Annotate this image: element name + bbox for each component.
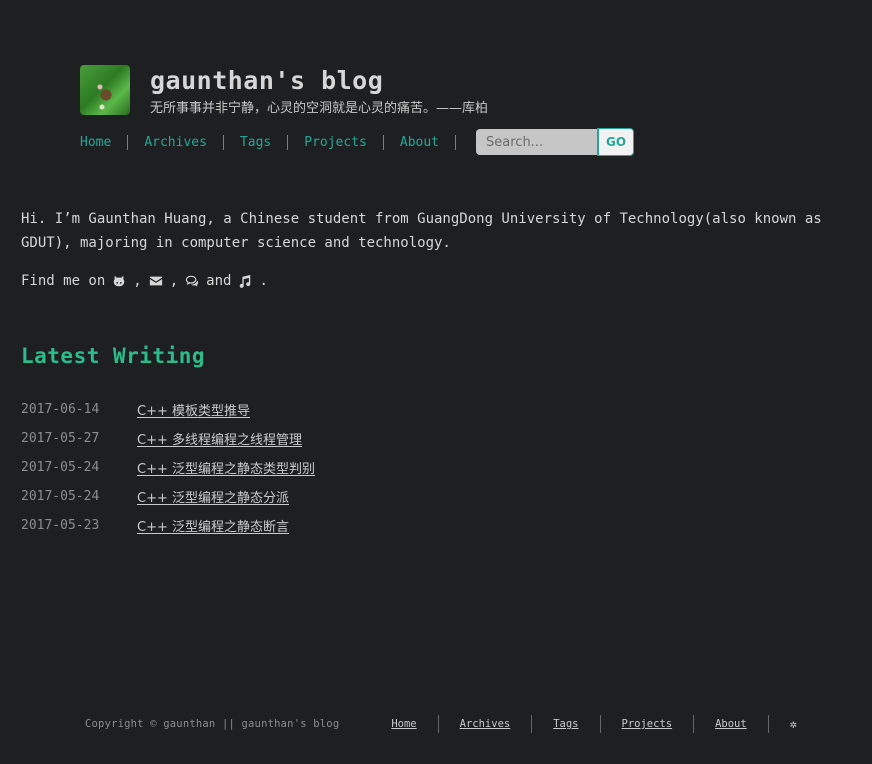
comments-icon[interactable] bbox=[184, 273, 200, 289]
list-item: 2017-06-14 C++ 模板类型推导 bbox=[21, 395, 315, 424]
nav-archives[interactable]: Archives bbox=[128, 134, 224, 150]
footer-link-about[interactable]: About bbox=[694, 715, 769, 733]
site-footer: Copyright © gaunthan || gaunthan's blog … bbox=[85, 715, 797, 733]
brand: gaunthan's blog 无所事事并非宁静，心灵的空洞就是心灵的痛苦。——… bbox=[80, 65, 872, 118]
post-link[interactable]: C++ 模板类型推导 bbox=[137, 400, 250, 419]
nav-projects[interactable]: Projects bbox=[288, 134, 384, 150]
intro-text: Hi. I’m Gaunthan Huang, a Chinese studen… bbox=[21, 211, 822, 251]
find-me-label: Find me on bbox=[21, 273, 106, 289]
nav-about[interactable]: About bbox=[384, 134, 457, 150]
post-date: 2017-05-24 bbox=[21, 460, 100, 475]
list-item: 2017-05-23 C++ 泛型编程之静态断言 bbox=[21, 511, 315, 540]
footer-link-archives[interactable]: Archives bbox=[439, 715, 533, 733]
copyright-text: Copyright © gaunthan || gaunthan's blog bbox=[85, 718, 340, 730]
page: gaunthan's blog 无所事事并非宁静，心灵的空洞就是心灵的痛苦。——… bbox=[0, 0, 872, 764]
nav-home[interactable]: Home bbox=[80, 134, 129, 150]
post-date: 2017-06-14 bbox=[21, 402, 100, 417]
find-me-sep: , bbox=[133, 273, 142, 289]
github-icon[interactable] bbox=[111, 273, 127, 289]
search-form: GO bbox=[476, 128, 635, 156]
post-link[interactable]: C++ 泛型编程之静态断言 bbox=[137, 516, 289, 535]
find-me: Find me on , , and . bbox=[21, 269, 268, 293]
avatar-logo[interactable] bbox=[80, 65, 130, 115]
envelope-icon[interactable] bbox=[148, 273, 164, 289]
brand-text: gaunthan's blog 无所事事并非宁静，心灵的空洞就是心灵的痛苦。——… bbox=[150, 65, 488, 118]
list-item: 2017-05-24 C++ 泛型编程之静态类型判别 bbox=[21, 453, 315, 482]
post-date: 2017-05-24 bbox=[21, 489, 100, 504]
find-me-end: . bbox=[259, 273, 268, 289]
search-go-button[interactable]: GO bbox=[597, 128, 635, 156]
nav-tags[interactable]: Tags bbox=[224, 134, 289, 150]
footer-link-home[interactable]: Home bbox=[391, 715, 439, 733]
footer-link-projects[interactable]: Projects bbox=[601, 715, 695, 733]
post-link[interactable]: C++ 泛型编程之静态类型判别 bbox=[137, 458, 315, 477]
footer-link-tags[interactable]: Tags bbox=[532, 715, 601, 733]
post-link[interactable]: C++ 多线程编程之线程管理 bbox=[137, 429, 302, 448]
post-list: 2017-06-14 C++ 模板类型推导 2017-05-27 C++ 多线程… bbox=[21, 395, 315, 540]
main-nav: Home Archives Tags Projects About GO bbox=[80, 128, 635, 156]
list-item: 2017-05-24 C++ 泛型编程之静态分派 bbox=[21, 482, 315, 511]
post-link[interactable]: C++ 泛型编程之静态分派 bbox=[137, 487, 289, 506]
footer-nav: Home Archives Tags Projects About ✲ bbox=[391, 715, 797, 733]
list-item: 2017-05-27 C++ 多线程编程之线程管理 bbox=[21, 424, 315, 453]
search-input[interactable] bbox=[476, 129, 598, 155]
music-icon[interactable] bbox=[237, 273, 253, 289]
latest-writing-heading: Latest Writing bbox=[21, 344, 206, 368]
post-date: 2017-05-27 bbox=[21, 431, 100, 446]
site-header: gaunthan's blog 无所事事并非宁静，心灵的空洞就是心灵的痛苦。——… bbox=[80, 65, 872, 156]
post-date: 2017-05-23 bbox=[21, 518, 100, 533]
site-title[interactable]: gaunthan's blog bbox=[150, 66, 488, 96]
find-me-sep: , bbox=[169, 273, 179, 289]
site-subtitle: 无所事事并非宁静，心灵的空洞就是心灵的痛苦。——库柏 bbox=[150, 101, 489, 116]
gear-icon[interactable]: ✲ bbox=[790, 717, 797, 731]
find-me-and: and bbox=[206, 273, 232, 289]
